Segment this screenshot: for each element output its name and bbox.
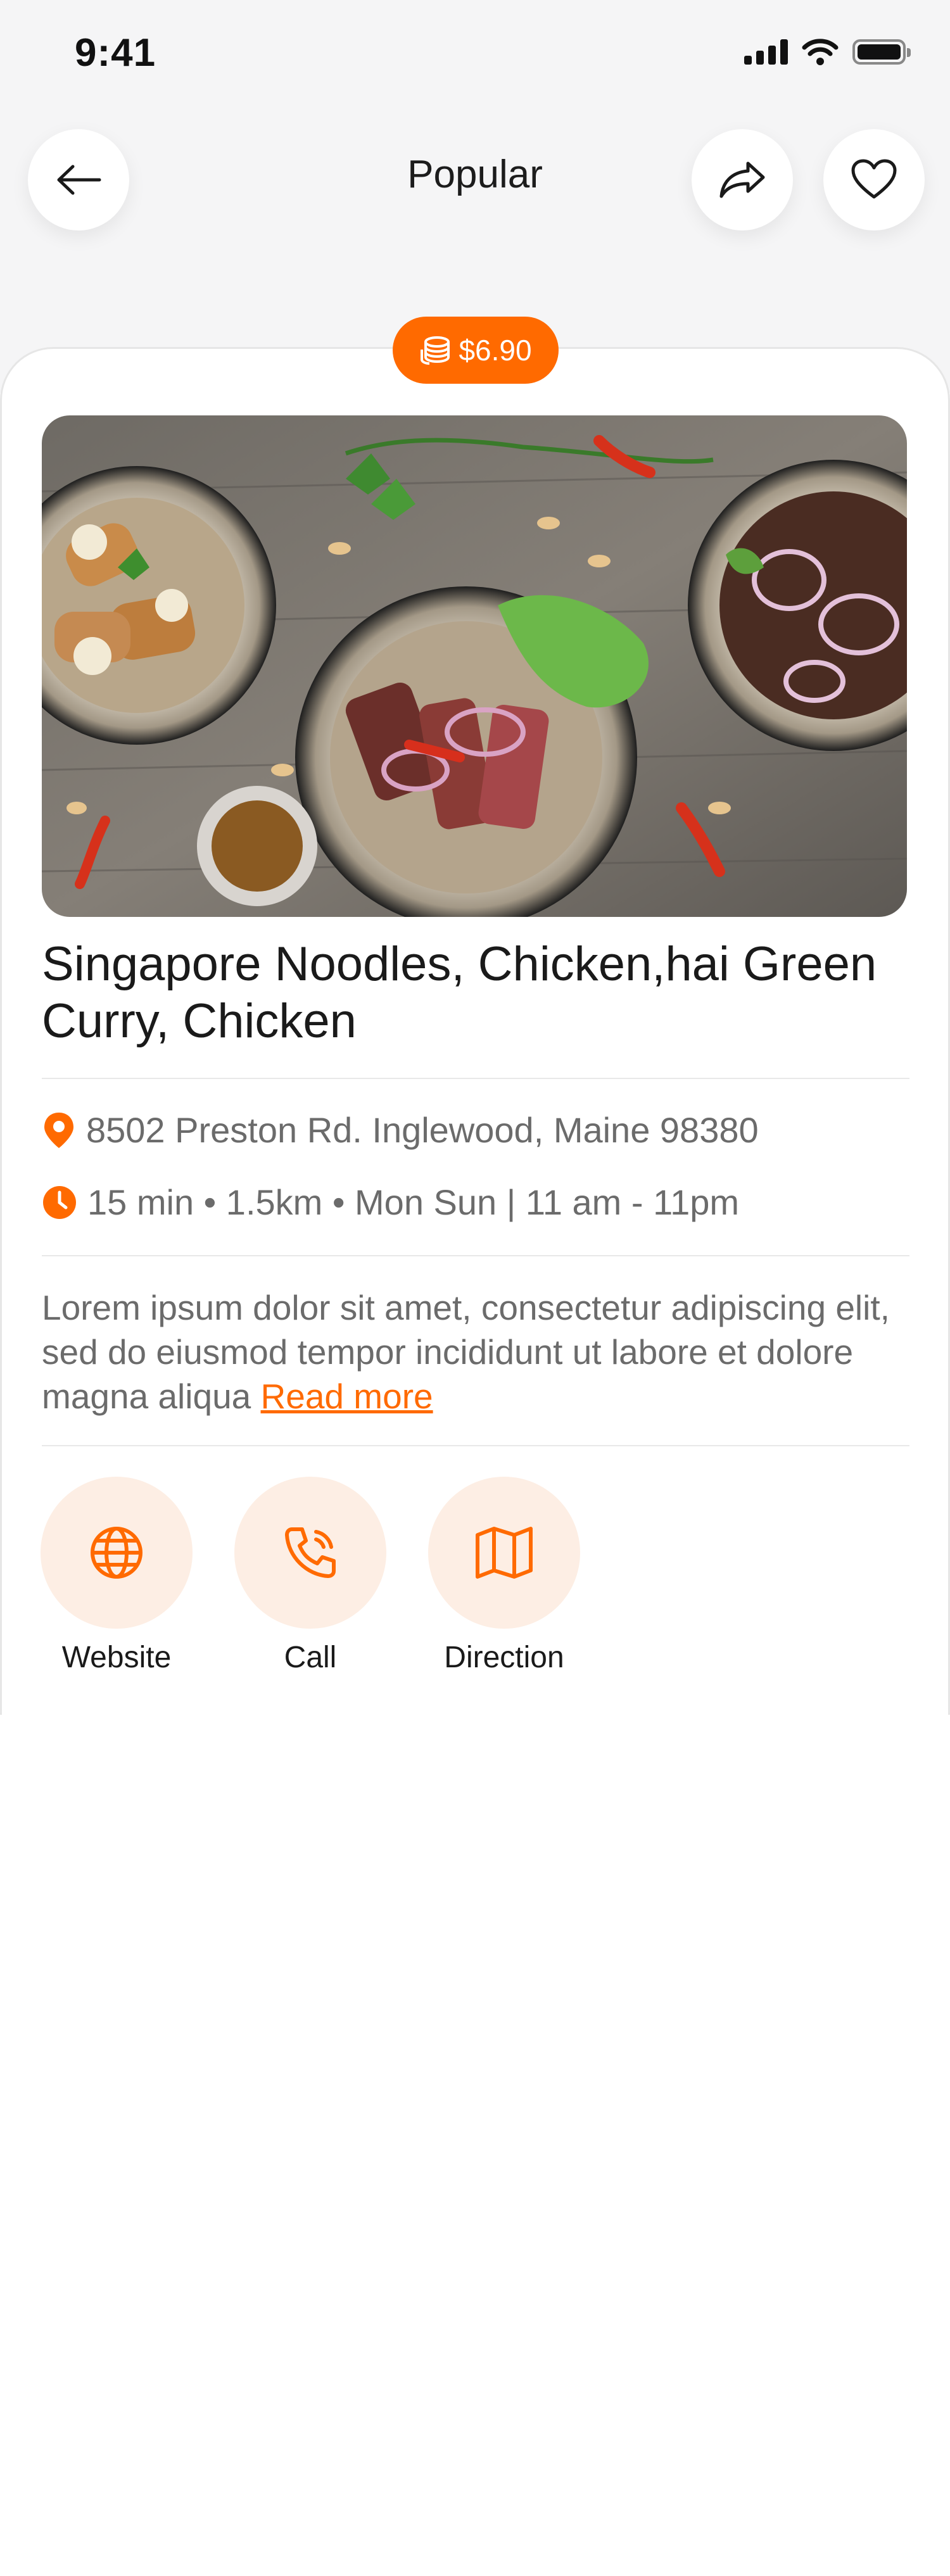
website-button[interactable]	[41, 1477, 193, 1629]
divider	[42, 1078, 909, 1079]
wifi-icon	[802, 39, 839, 65]
address-text: 8502 Preston Rd. Inglewood, Maine 98380	[86, 1110, 759, 1150]
map-icon	[476, 1527, 533, 1579]
clock-icon	[43, 1185, 76, 1219]
divider	[42, 1445, 909, 1446]
call-label: Call	[284, 1641, 337, 1674]
phone-icon	[285, 1527, 336, 1578]
website-label: Website	[61, 1641, 172, 1674]
details-row: 15 min • 1.5km • Mon Sun | 11 am - 11pm	[42, 1182, 739, 1223]
call-action[interactable]: Call	[234, 1477, 386, 1675]
divider	[42, 1255, 909, 1256]
description: Lorem ipsum dolor sit amet, consectetur …	[42, 1285, 909, 1418]
cellular-signal-icon	[744, 39, 788, 65]
favorite-button[interactable]	[823, 129, 925, 230]
price-label: $6.90	[459, 334, 532, 367]
read-more-link[interactable]: Read more	[261, 1377, 433, 1416]
address-row: 8502 Preston Rd. Inglewood, Maine 98380	[42, 1109, 759, 1151]
direction-label: Direction	[444, 1641, 564, 1674]
item-title: Singapore Noodles, Chicken,hai Green Cur…	[42, 937, 877, 1048]
share-icon	[719, 161, 765, 198]
description-text: Lorem ipsum dolor sit amet, consectetur …	[42, 1288, 890, 1416]
coins-icon	[421, 336, 450, 365]
website-action[interactable]: Website	[41, 1477, 193, 1675]
food-photo	[42, 415, 907, 917]
direction-action[interactable]: Direction	[428, 1477, 580, 1675]
status-time: 9:41	[75, 31, 156, 75]
globe-icon	[91, 1527, 142, 1579]
details-text: 15 min • 1.5km • Mon Sun | 11 am - 11pm	[87, 1182, 739, 1222]
call-button[interactable]	[234, 1477, 386, 1629]
battery-icon	[852, 39, 911, 65]
direction-button[interactable]	[428, 1477, 580, 1629]
price-badge: $6.90	[393, 317, 559, 384]
status-icons	[744, 38, 911, 66]
share-button[interactable]	[692, 129, 793, 230]
location-pin-icon	[44, 1112, 73, 1148]
heart-icon	[851, 159, 897, 199]
